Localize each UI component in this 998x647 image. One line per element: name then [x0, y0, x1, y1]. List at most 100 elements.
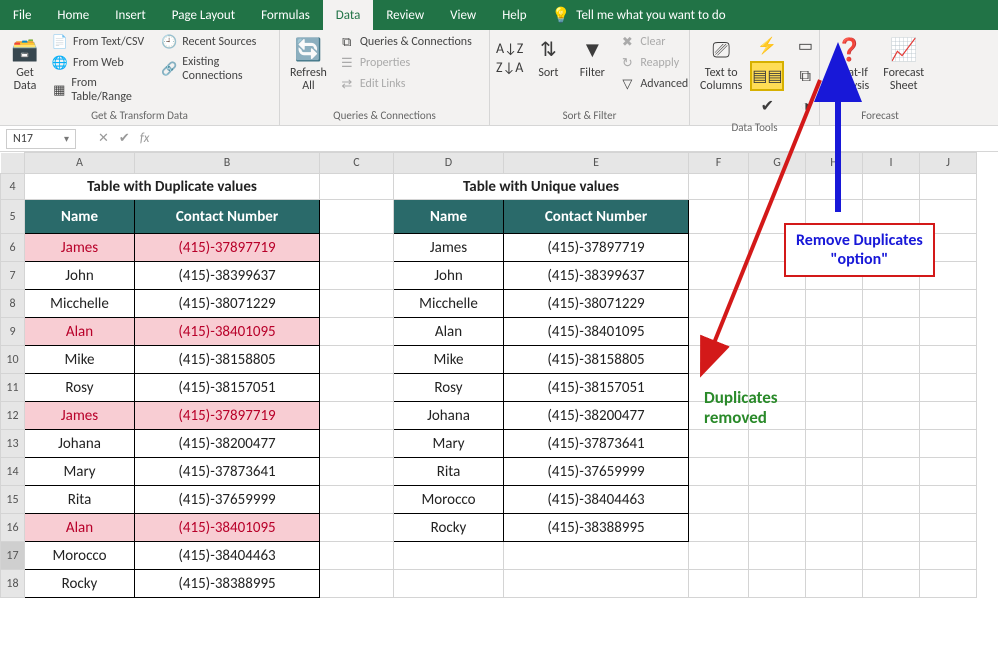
tab-page-layout[interactable]: Page Layout: [159, 0, 248, 30]
row-header-15[interactable]: 15: [1, 486, 25, 514]
column-header-D[interactable]: D: [394, 153, 504, 174]
cell-I5[interactable]: [863, 200, 920, 234]
row-header-16[interactable]: 16: [1, 514, 25, 542]
consolidate-button[interactable]: ▭: [790, 33, 820, 59]
cell-J16[interactable]: [920, 514, 977, 542]
cell-E17[interactable]: [504, 542, 689, 570]
cell-F14[interactable]: [689, 458, 749, 486]
cell-H8[interactable]: [806, 290, 863, 318]
cell-D14[interactable]: Rita: [394, 458, 504, 486]
cell-A4[interactable]: Table with Duplicate values: [25, 174, 320, 200]
cell-B12[interactable]: (415)-37897719: [135, 402, 320, 430]
cell-A9[interactable]: Alan: [25, 318, 135, 346]
column-header-F[interactable]: F: [689, 153, 749, 174]
cell-E8[interactable]: (415)-38071229: [504, 290, 689, 318]
cell-H12[interactable]: [806, 402, 863, 430]
row-header-18[interactable]: 18: [1, 570, 25, 598]
cell-C10[interactable]: [320, 346, 394, 374]
cell-H15[interactable]: [806, 486, 863, 514]
cell-C5[interactable]: [320, 200, 394, 234]
cell-A12[interactable]: James: [25, 402, 135, 430]
cell-H5[interactable]: [806, 200, 863, 234]
refresh-all-button[interactable]: 🔄 Refresh All: [286, 33, 331, 95]
name-box-dropdown-icon[interactable]: ▾: [64, 132, 69, 145]
cell-E9[interactable]: (415)-38401095: [504, 318, 689, 346]
tab-insert[interactable]: Insert: [102, 0, 159, 30]
cell-J10[interactable]: [920, 346, 977, 374]
row-header-12[interactable]: 12: [1, 402, 25, 430]
row-header-7[interactable]: 7: [1, 262, 25, 290]
cell-H18[interactable]: [806, 570, 863, 598]
name-box[interactable]: N17 ▾: [6, 129, 76, 149]
manage-data-model-button[interactable]: ◑: [790, 93, 820, 119]
cell-D5[interactable]: Name: [394, 200, 504, 234]
sort-az-icon[interactable]: A↓Z: [496, 40, 523, 57]
cell-I10[interactable]: [863, 346, 920, 374]
cell-I6[interactable]: [863, 234, 920, 262]
column-header-A[interactable]: A: [25, 153, 135, 174]
sort-za-icon[interactable]: Z↓A: [496, 59, 523, 76]
cell-A11[interactable]: Rosy: [25, 374, 135, 402]
cell-J17[interactable]: [920, 542, 977, 570]
column-header-G[interactable]: G: [749, 153, 806, 174]
cell-J11[interactable]: [920, 374, 977, 402]
cell-F12[interactable]: [689, 402, 749, 430]
advanced-filter[interactable]: ▽Advanced: [617, 75, 690, 93]
cell-J14[interactable]: [920, 458, 977, 486]
row-header-8[interactable]: 8: [1, 290, 25, 318]
cell-D15[interactable]: Morocco: [394, 486, 504, 514]
cell-I14[interactable]: [863, 458, 920, 486]
cell-G15[interactable]: [749, 486, 806, 514]
cell-A6[interactable]: James: [25, 234, 135, 262]
row-header-17[interactable]: 17: [1, 542, 25, 570]
cell-I4[interactable]: [863, 174, 920, 200]
cell-I7[interactable]: [863, 262, 920, 290]
cell-I18[interactable]: [863, 570, 920, 598]
row-header-11[interactable]: 11: [1, 374, 25, 402]
tab-review[interactable]: Review: [373, 0, 437, 30]
cell-J7[interactable]: [920, 262, 977, 290]
cell-C9[interactable]: [320, 318, 394, 346]
cell-D17[interactable]: [394, 542, 504, 570]
cell-C6[interactable]: [320, 234, 394, 262]
cell-J8[interactable]: [920, 290, 977, 318]
cell-E10[interactable]: (415)-38158805: [504, 346, 689, 374]
cell-A5[interactable]: Name: [25, 200, 135, 234]
cell-I16[interactable]: [863, 514, 920, 542]
cell-D9[interactable]: Alan: [394, 318, 504, 346]
row-header-9[interactable]: 9: [1, 318, 25, 346]
cell-G18[interactable]: [749, 570, 806, 598]
cell-F9[interactable]: [689, 318, 749, 346]
cell-G12[interactable]: [749, 402, 806, 430]
cell-G14[interactable]: [749, 458, 806, 486]
cell-E15[interactable]: (415)-38404463: [504, 486, 689, 514]
cell-F18[interactable]: [689, 570, 749, 598]
cell-H16[interactable]: [806, 514, 863, 542]
cell-F7[interactable]: [689, 262, 749, 290]
cell-D4[interactable]: Table with Unique values: [394, 174, 689, 200]
cell-C15[interactable]: [320, 486, 394, 514]
existing-connections[interactable]: 🔗Existing Connections: [159, 54, 273, 84]
cell-H10[interactable]: [806, 346, 863, 374]
cell-E11[interactable]: (415)-38157051: [504, 374, 689, 402]
remove-duplicates-button[interactable]: ▤▤: [752, 63, 782, 89]
reapply-filter[interactable]: ↻Reapply: [617, 54, 690, 72]
row-header-5[interactable]: 5: [1, 200, 25, 234]
cell-H17[interactable]: [806, 542, 863, 570]
cell-E16[interactable]: (415)-38388995: [504, 514, 689, 542]
cell-J4[interactable]: [920, 174, 977, 200]
cell-G8[interactable]: [749, 290, 806, 318]
column-header-I[interactable]: I: [863, 153, 920, 174]
cell-G5[interactable]: [749, 200, 806, 234]
cell-C17[interactable]: [320, 542, 394, 570]
cell-C4[interactable]: [320, 174, 394, 200]
forecast-sheet-button[interactable]: 📈 Forecast Sheet: [879, 33, 928, 95]
flash-fill-button[interactable]: ⚡: [752, 33, 782, 59]
cell-I11[interactable]: [863, 374, 920, 402]
cell-E18[interactable]: [504, 570, 689, 598]
cell-F8[interactable]: [689, 290, 749, 318]
cell-F4[interactable]: [689, 174, 749, 200]
cell-G4[interactable]: [749, 174, 806, 200]
cell-B6[interactable]: (415)-37897719: [135, 234, 320, 262]
row-header-6[interactable]: 6: [1, 234, 25, 262]
